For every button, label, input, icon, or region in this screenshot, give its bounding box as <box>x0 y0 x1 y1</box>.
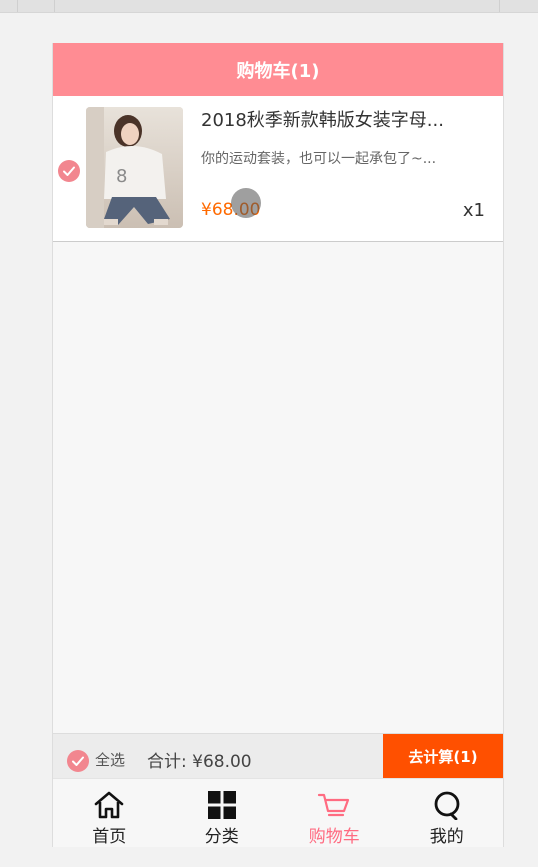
grid-icon <box>207 790 237 820</box>
product-subtitle: 你的运动套装，也可以一起承包了~... <box>201 151 437 167</box>
nav-item-cart[interactable]: 购物车 <box>278 779 391 847</box>
frame-divider <box>17 0 18 12</box>
check-icon <box>63 166 75 176</box>
top-frame-strip <box>0 0 538 13</box>
nav-item-profile[interactable]: 我的 <box>391 779 504 847</box>
home-icon <box>93 790 125 820</box>
svg-text:8: 8 <box>116 166 127 187</box>
checkout-button[interactable]: 去计算(1) <box>383 734 503 779</box>
frame-divider <box>499 0 500 12</box>
touch-indicator <box>231 188 261 218</box>
profile-icon <box>431 790 463 820</box>
page-title: 购物车(1) <box>236 60 320 82</box>
cart-item[interactable]: 8 2018秋季新款韩版女装字母... 你的运动套装，也可以一起承包了~... … <box>53 96 503 242</box>
cart-icon <box>317 790 351 820</box>
nav-item-category[interactable]: 分类 <box>166 779 279 847</box>
check-icon <box>72 756 84 766</box>
frame-divider <box>54 0 55 12</box>
product-title[interactable]: 2018秋季新款韩版女装字母... <box>201 106 481 132</box>
nav-label-cart: 购物车 <box>308 827 360 847</box>
total-price: 合计: ¥68.00 <box>147 752 252 772</box>
phone-screen: 购物车(1) 8 2018秋季新款韩版女装字母... 你的运动套装，也可以一起承… <box>52 43 504 847</box>
checkout-bar: 全选 合计: ¥68.00 去计算(1) <box>53 733 503 779</box>
nav-label-home: 首页 <box>92 827 127 847</box>
product-image[interactable]: 8 <box>86 107 183 228</box>
page-header: 购物车(1) <box>53 43 503 96</box>
bottom-nav: 首页 分类 购物车 我的 <box>53 778 503 847</box>
item-checkbox[interactable] <box>58 160 80 182</box>
select-all-label[interactable]: 全选 <box>95 749 125 770</box>
product-quantity: x1 <box>462 200 485 221</box>
nav-label-profile: 我的 <box>429 827 464 847</box>
nav-label-category: 分类 <box>204 827 239 847</box>
nav-item-home[interactable]: 首页 <box>53 779 166 847</box>
select-all-checkbox[interactable] <box>67 750 89 772</box>
